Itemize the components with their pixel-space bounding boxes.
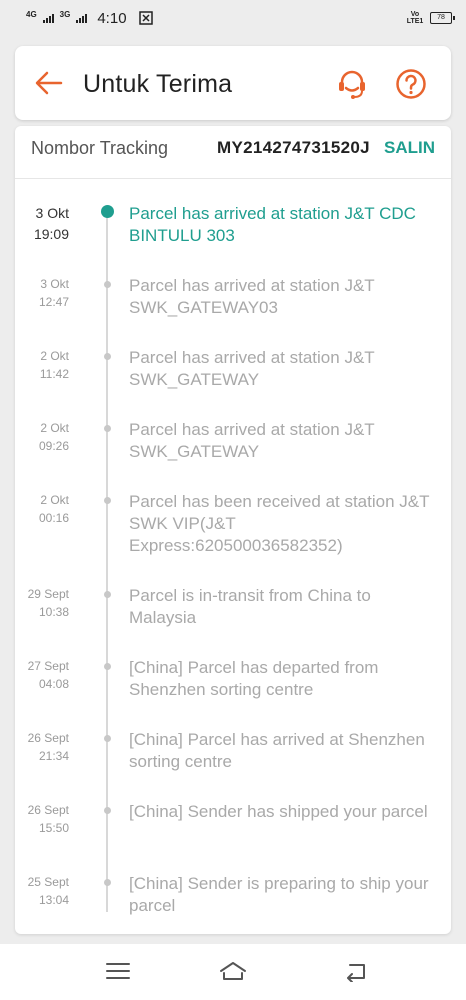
- event-datetime: 26 Sept 15:50: [15, 801, 69, 837]
- back-nav-icon[interactable]: [342, 960, 368, 982]
- system-nav-bar: [0, 944, 466, 1000]
- event-datetime: 25 Sept 13:04: [15, 873, 69, 909]
- timeline-dot: [104, 353, 111, 360]
- event-description: Parcel has been received at station J&T …: [129, 492, 430, 555]
- timeline-dot: [104, 807, 111, 814]
- timeline-dot: [104, 663, 111, 670]
- timeline-dot: [104, 591, 111, 598]
- event-description: Parcel has arrived at station J&T SWK_GA…: [129, 348, 375, 389]
- status-bar: 4G 3G 4:10 Vo LTE1 78: [0, 0, 466, 36]
- event-date: 26 Sept: [27, 731, 69, 745]
- event-date: 27 Sept: [27, 659, 69, 673]
- page-title: Untuk Terima: [83, 70, 233, 98]
- event-description: Parcel has arrived at station J&T CDC BI…: [129, 204, 416, 245]
- notification-icon: [138, 11, 153, 25]
- event-time: 04:08: [38, 677, 69, 691]
- help-icon[interactable]: [395, 68, 427, 100]
- event-datetime: 3 Okt 12:47: [15, 275, 69, 311]
- event-datetime: 26 Sept 21:34: [15, 729, 69, 765]
- header-bar: Untuk Terima: [15, 46, 451, 120]
- event-time: 19:09: [33, 226, 69, 242]
- signal-icon-2: [76, 13, 88, 23]
- event-time: 00:16: [38, 511, 69, 525]
- tracking-number: MY214274731520J: [217, 138, 370, 157]
- event-date: 25 Sept: [27, 875, 69, 889]
- event-datetime: 2 Okt 09:26: [15, 419, 69, 455]
- event-description: Parcel has arrived at station J&T SWK_GA…: [129, 276, 375, 317]
- event-date: 26 Sept: [27, 803, 69, 817]
- event-date: 2 Okt: [40, 493, 69, 507]
- event-time: 09:26: [38, 439, 69, 453]
- event-time: 13:04: [38, 893, 69, 907]
- network-type-1: 4G: [26, 9, 37, 19]
- event-time: 15:50: [38, 821, 69, 835]
- event-time: 11:42: [39, 367, 69, 381]
- network-type-2: 3G: [59, 9, 71, 19]
- home-icon[interactable]: [218, 960, 248, 982]
- event-date: 3 Okt: [40, 277, 69, 291]
- tracking-label: Nombor Tracking: [31, 138, 169, 158]
- event-time: 21:34: [38, 749, 69, 763]
- event-datetime: 3 Okt 19:09: [15, 203, 69, 245]
- event-datetime: 2 Okt 00:16: [15, 491, 69, 527]
- volte-indicator: Vo LTE1: [406, 11, 424, 25]
- event-description: [China] Sender has shipped your parcel: [129, 802, 428, 821]
- event-datetime: 2 Okt 11:42: [15, 347, 69, 383]
- tracking-card: Nombor Tracking MY214274731520J SALIN 3 …: [15, 126, 451, 934]
- event-description: [China] Sender is preparing to ship your…: [129, 874, 429, 915]
- event-time: 12:47: [38, 295, 69, 309]
- copy-button[interactable]: SALIN: [384, 138, 435, 158]
- menu-icon[interactable]: [105, 960, 131, 982]
- event-date: 3 Okt: [35, 205, 69, 221]
- timeline-dot: [104, 497, 111, 504]
- clock: 4:10: [97, 9, 127, 27]
- timeline-dot: [104, 425, 111, 432]
- event-date: 2 Okt: [40, 421, 69, 435]
- event-datetime: 27 Sept 04:08: [15, 657, 69, 693]
- battery-icon: 78: [430, 12, 455, 24]
- event-datetime: 29 Sept 10:38: [15, 585, 69, 621]
- back-arrow-icon[interactable]: [33, 67, 65, 99]
- event-description: [China] Parcel has departed from Shenzhe…: [129, 658, 379, 699]
- event-date: 29 Sept: [27, 587, 69, 601]
- event-description: [China] Parcel has arrived at Shenzhen s…: [129, 730, 425, 771]
- event-time: 10:38: [38, 605, 69, 619]
- signal-icon: [42, 13, 54, 23]
- event-date: 2 Okt: [40, 349, 69, 363]
- event-description: Parcel is in-transit from China to Malay…: [129, 586, 371, 627]
- timeline-dot: [104, 735, 111, 742]
- timeline-dot-active: [101, 205, 114, 218]
- timeline-dot: [104, 879, 111, 886]
- tracking-number-row: Nombor Tracking MY214274731520J SALIN: [15, 126, 451, 179]
- customer-service-icon[interactable]: [335, 67, 369, 101]
- event-description: Parcel has arrived at station J&T SWK_GA…: [129, 420, 375, 461]
- timeline-dot: [104, 281, 111, 288]
